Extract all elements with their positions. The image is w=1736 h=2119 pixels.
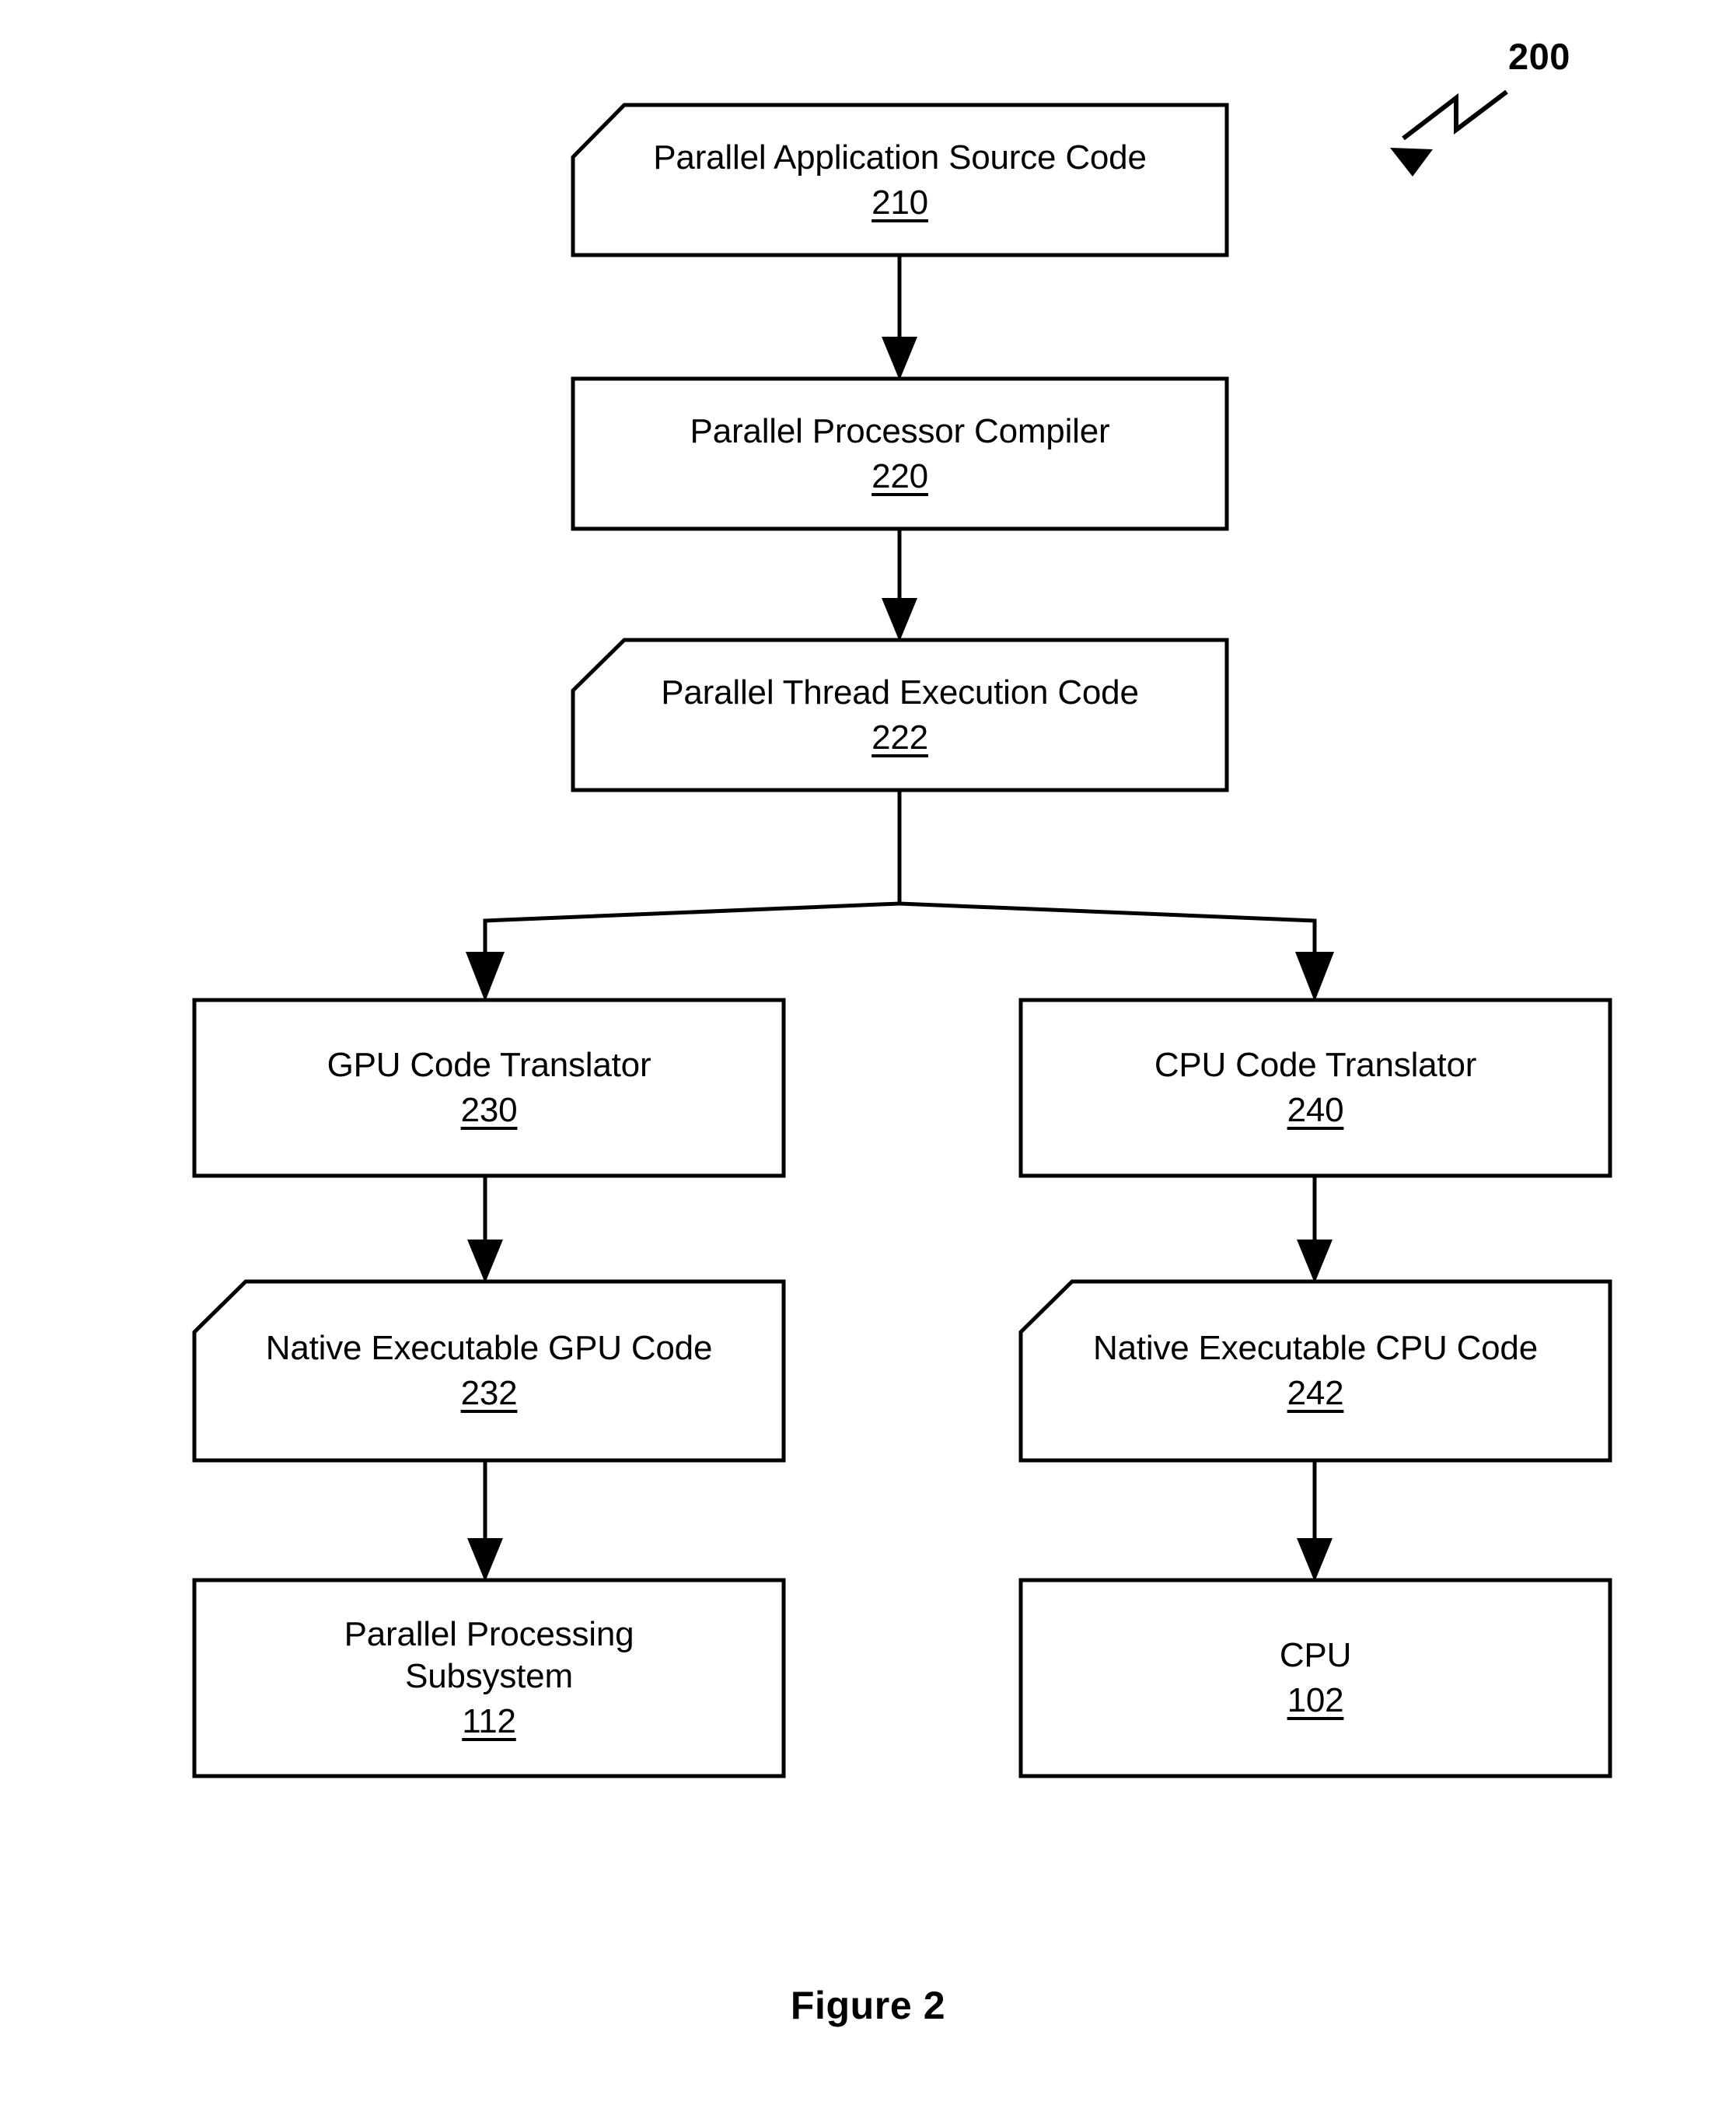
figure-caption: Figure 2 <box>790 1984 946 2027</box>
patent-figure-200: Parallel Application Source Code 210 Par… <box>0 0 1736 2119</box>
node-shape-cpu <box>1018 1578 1612 1778</box>
edge-240-to-242 <box>1297 1176 1333 1283</box>
edge-230-to-232 <box>467 1176 503 1283</box>
node-shape-cpu-code-translator <box>1018 998 1612 1178</box>
edge-222-to-230 <box>466 901 900 1002</box>
edge-242-to-102 <box>1297 1460 1333 1582</box>
edge-210-to-220 <box>882 255 917 380</box>
edge-222-to-240 <box>899 901 1334 1002</box>
node-shape-native-executable-cpu-code <box>1018 1279 1612 1463</box>
node-shape-parallel-thread-execution-code <box>571 638 1229 792</box>
node-shape-parallel-application-source-code <box>571 103 1229 257</box>
edge-232-to-112 <box>467 1460 503 1582</box>
edge-220-to-222 <box>882 529 917 642</box>
node-shape-native-executable-gpu-code <box>192 1279 786 1463</box>
flowchart-canvas <box>192 89 1612 1778</box>
node-shape-parallel-processing-subsystem <box>192 1578 786 1778</box>
figure-callout-number: 200 <box>1508 36 1570 77</box>
node-shape-parallel-processor-compiler <box>571 376 1229 531</box>
node-shape-gpu-code-translator <box>192 998 786 1178</box>
callout-leader-200 <box>1390 89 1508 177</box>
